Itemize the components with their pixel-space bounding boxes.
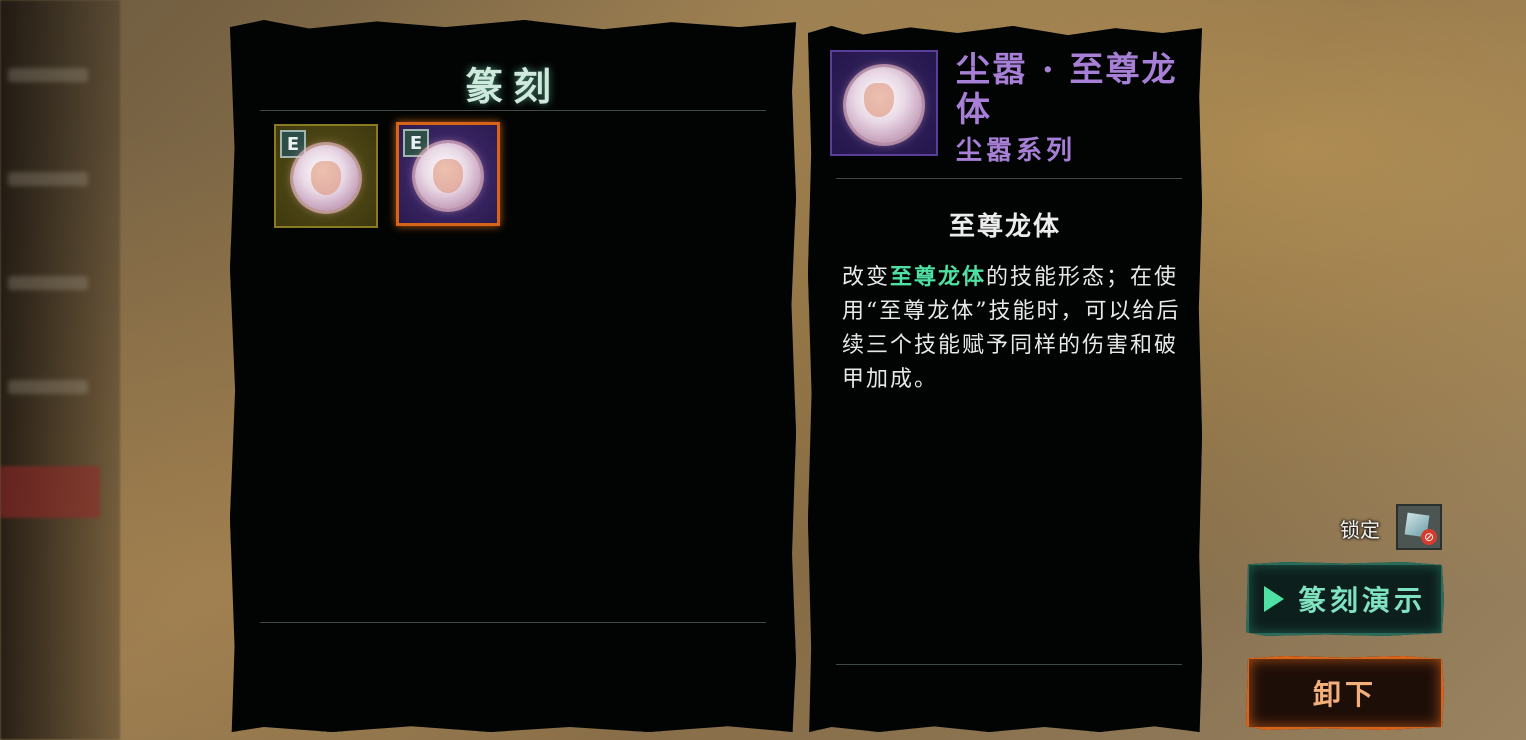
detail-bottom-divider: [836, 664, 1182, 665]
engraving-panel: 篆刻 E E: [230, 20, 796, 732]
engraving-slot-2-selected[interactable]: E: [396, 122, 500, 226]
dust-orb-icon: [846, 67, 922, 144]
effect-title: 至尊龙体: [948, 212, 1061, 242]
demo-button-label: 篆刻演示: [1297, 584, 1426, 617]
engraving-demo-button[interactable]: 篆刻演示: [1246, 562, 1444, 636]
title-divider: [260, 110, 766, 111]
lock-toggle[interactable]: ⊘: [1396, 504, 1442, 550]
engraving-slot-1[interactable]: E: [274, 124, 378, 228]
dust-orb-icon: [415, 142, 481, 209]
unequip-button[interactable]: 卸下: [1246, 656, 1444, 730]
bottom-divider: [260, 622, 766, 623]
panel-title: 篆刻: [464, 64, 561, 109]
side-menu-item: [8, 68, 88, 82]
item-series: 尘嚣系列: [956, 136, 1077, 166]
ban-icon: ⊘: [1421, 529, 1437, 545]
desc-highlight: 至尊龙体: [890, 264, 987, 290]
detail-divider: [836, 178, 1182, 179]
side-menu-item-active: [0, 466, 100, 518]
effect-description: 改变至尊龙体的技能形态；在使用“至尊龙体”技能时，可以给后续三个技能赋予同样的伤…: [842, 260, 1182, 397]
play-icon: [1263, 586, 1284, 612]
side-menu-item: [8, 380, 88, 394]
detail-panel: 尘嚣 · 至尊龙体 尘嚣系列 至尊龙体 改变至尊龙体的技能形态；在使用“至尊龙体…: [808, 26, 1202, 732]
detail-icon-frame: [830, 50, 938, 156]
item-name: 尘嚣 · 至尊龙体: [956, 50, 1178, 130]
side-menu-item: [8, 172, 88, 186]
lock-label: 锁定: [1340, 518, 1380, 542]
side-menu-item: [8, 276, 88, 290]
dust-orb-icon: [293, 145, 359, 211]
unequip-button-label: 卸下: [1312, 678, 1377, 711]
desc-prefix: 改变: [842, 265, 891, 290]
side-menu-blurred: [0, 0, 120, 740]
